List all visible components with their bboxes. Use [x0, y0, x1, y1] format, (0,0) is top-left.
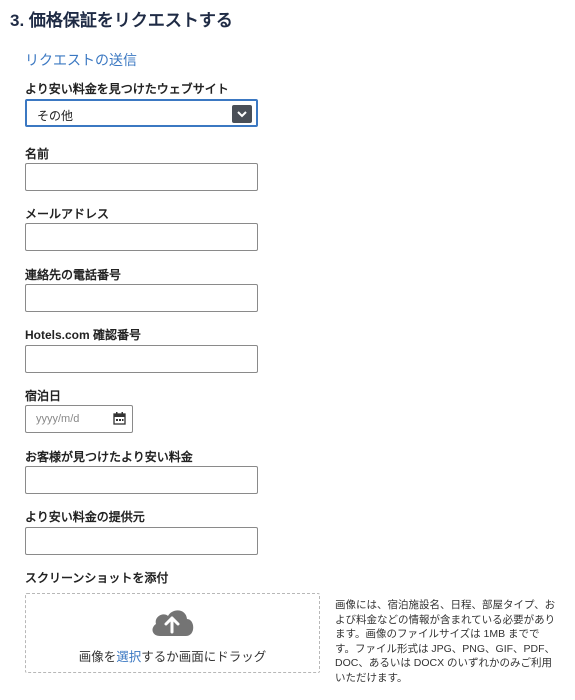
attachment-label: スクリーンショットを添付 — [25, 571, 169, 585]
calendar-icon[interactable] — [113, 412, 126, 430]
email-input[interactable] — [25, 223, 258, 251]
website-select-value: その他 — [37, 109, 74, 123]
provider-input[interactable] — [25, 527, 258, 555]
dropzone-text-before: 画像を — [78, 650, 117, 664]
name-input[interactable] — [25, 163, 258, 191]
provider-label: より安い料金の提供元 — [25, 510, 145, 524]
confirmation-input[interactable] — [25, 345, 258, 373]
stay-date-input[interactable]: yyyy/m/d — [25, 405, 133, 433]
name-label: 名前 — [25, 147, 50, 161]
website-select[interactable]: その他 — [25, 99, 258, 127]
dropzone-text: 画像を選択するか画面にドラッグ — [26, 646, 319, 665]
chevron-down-icon[interactable] — [232, 105, 252, 123]
price-guarantee-form: 3. 価格保証をリクエストする リクエストの送信 より安い料金を見つけたウェブサ… — [0, 0, 575, 700]
page-title: 3. 価格保証をリクエストする — [10, 11, 233, 30]
select-file-link[interactable]: 選択 — [116, 650, 141, 664]
website-label: より安い料金を見つけたウェブサイト — [25, 82, 229, 96]
confirmation-label: Hotels.com 確認番号 — [25, 328, 142, 342]
email-label: メールアドレス — [25, 207, 110, 221]
phone-input[interactable] — [25, 284, 258, 312]
stay-date-label: 宿泊日 — [25, 389, 62, 403]
cloud-upload-icon — [148, 606, 196, 643]
phone-label: 連絡先の電話番号 — [25, 268, 122, 282]
lower-price-input[interactable] — [25, 466, 258, 494]
lower-price-label: お客様が見つけたより安い料金 — [25, 450, 193, 464]
attachment-note: 画像には、宿泊施設名、日程、部屋タイプ、および料金などの情報が含まれている必要が… — [335, 599, 556, 684]
dropzone-text-after: するか画面にドラッグ — [141, 650, 267, 664]
screenshot-dropzone[interactable]: 画像を選択するか画面にドラッグ — [25, 593, 320, 673]
stay-date-placeholder: yyyy/m/d — [36, 413, 80, 425]
section-subtitle: リクエストの送信 — [25, 52, 137, 68]
